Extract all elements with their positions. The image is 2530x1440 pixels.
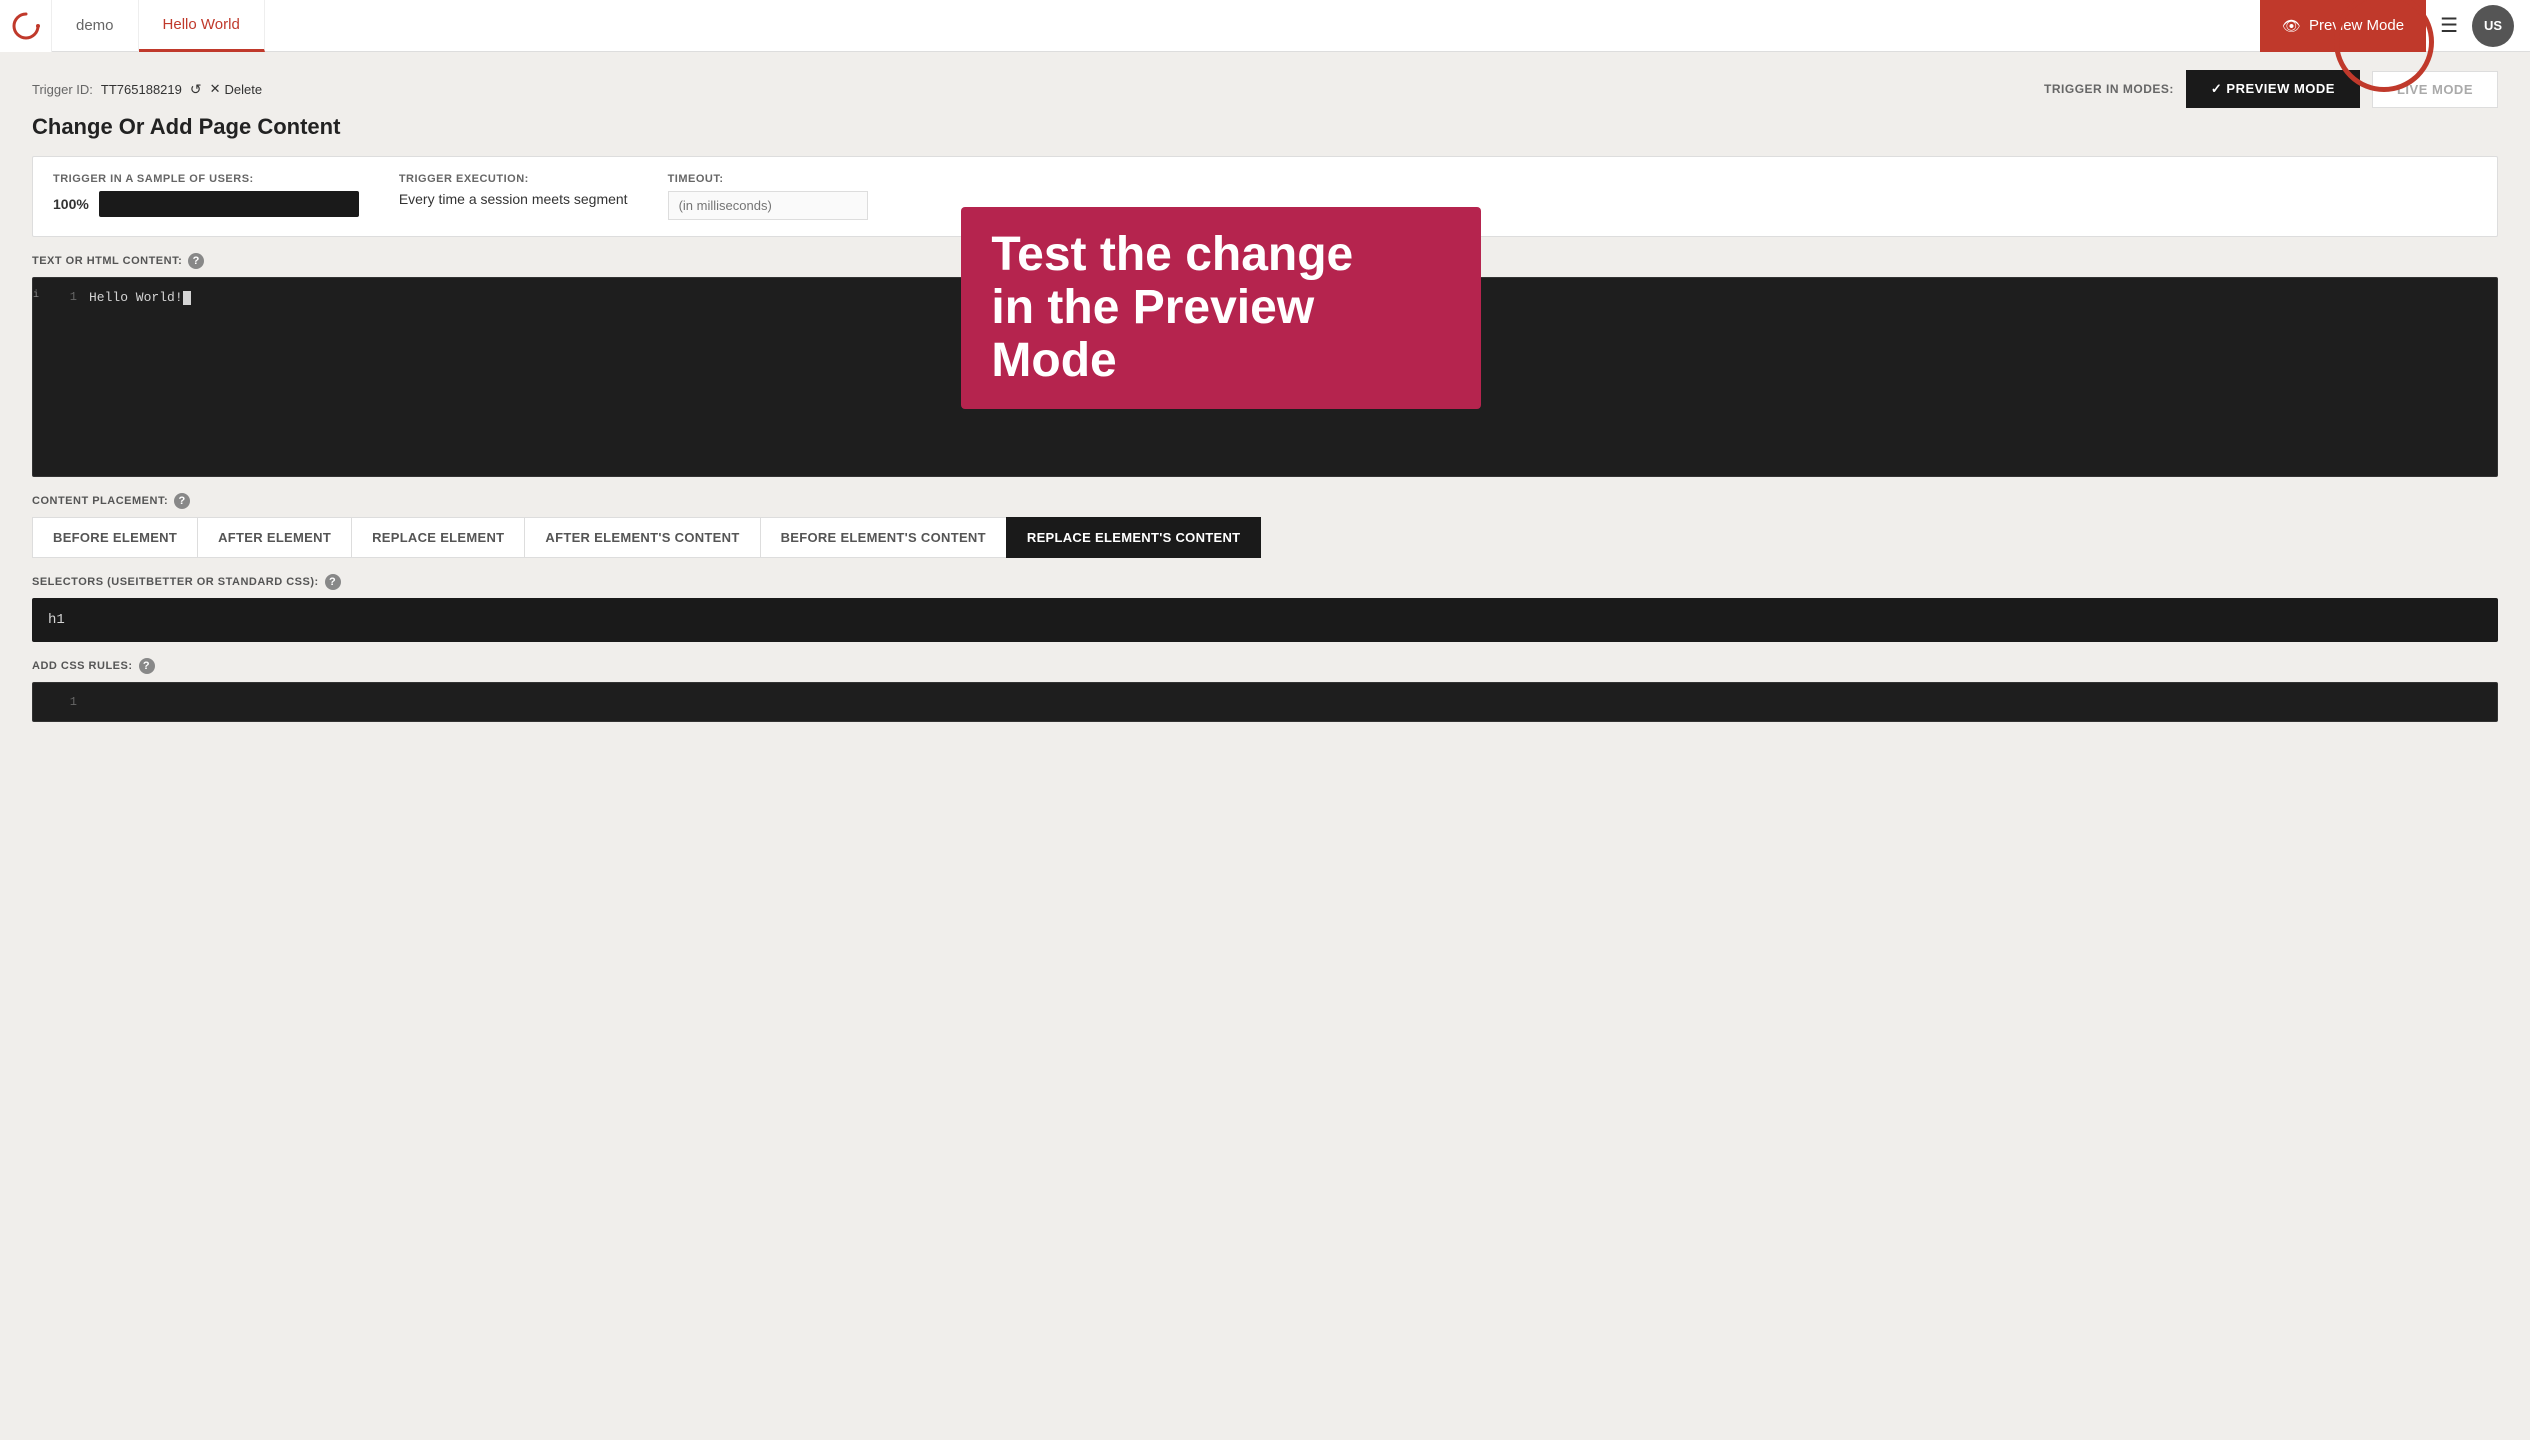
check-icon: ✓ <box>2211 81 2227 96</box>
logo[interactable] <box>0 0 52 52</box>
page-title: Change Or Add Page Content <box>32 114 2498 140</box>
placement-before-content[interactable]: BEFORE ELEMENT'S CONTENT <box>760 517 1007 558</box>
pct-bar <box>99 191 359 217</box>
menu-icon[interactable]: ☰ <box>2426 0 2472 52</box>
trigger-modes-label: TRIGGER IN MODES: <box>2044 82 2174 96</box>
placement-before-element[interactable]: BEFORE ELEMENT <box>32 517 198 558</box>
delete-x-icon: ✕ <box>210 81 221 97</box>
placement-replace-content[interactable]: REPLACE ELEMENT'S CONTENT <box>1006 517 1262 558</box>
sample-field: TRIGGER IN A SAMPLE OF USERS: 100% <box>53 173 359 217</box>
placement-help-icon[interactable]: ? <box>174 493 190 509</box>
execution-field: TRIGGER EXECUTION: Every time a session … <box>399 173 628 207</box>
app-header: demo Hello World 👁 Preview Mode ☰ US <box>0 0 2530 52</box>
preview-mode-toggle[interactable]: ✓ PREVIEW MODE <box>2186 70 2360 108</box>
timeout-label: TIMEOUT: <box>668 173 868 185</box>
live-mode-toggle[interactable]: LIVE MODE <box>2372 71 2498 108</box>
header-actions: 👁 Preview Mode ☰ US <box>2260 0 2530 52</box>
execution-value: Every time a session meets segment <box>399 191 628 207</box>
css-line-number-1: 1 <box>49 695 89 709</box>
eye-icon: 👁 <box>2282 17 2301 35</box>
selector-bar[interactable]: h1 <box>32 598 2498 642</box>
css-help-icon[interactable]: ? <box>139 658 155 674</box>
tab-hello-world[interactable]: Hello World <box>139 0 265 52</box>
tab-demo[interactable]: demo <box>52 0 139 52</box>
trigger-id-value: TT765188219 <box>101 82 182 97</box>
css-line-1: 1 <box>33 695 2497 709</box>
trigger-id-section: Trigger ID: TT765188219 ↺ ✕ Delete <box>32 81 262 98</box>
refresh-icon[interactable]: ↺ <box>190 81 202 98</box>
css-section-label: ADD CSS RULES: ? <box>32 658 2498 674</box>
timeout-input[interactable] <box>668 191 868 220</box>
preview-mode-button[interactable]: 👁 Preview Mode <box>2260 0 2426 52</box>
sample-label: TRIGGER IN A SAMPLE OF USERS: <box>53 173 359 185</box>
percentage-row: 100% <box>53 191 359 217</box>
placement-after-element[interactable]: AFTER ELEMENT <box>197 517 352 558</box>
line-gutter: i <box>33 290 49 301</box>
line-number-1: 1 <box>49 290 89 304</box>
trigger-info-row: Trigger ID: TT765188219 ↺ ✕ Delete TRIGG… <box>32 70 2498 108</box>
trigger-id-label: Trigger ID: <box>32 82 93 97</box>
css-editor[interactable]: 1 <box>32 682 2498 722</box>
tooltip-popup: Test the change in the Preview Mode <box>961 207 1481 409</box>
selectors-help-icon[interactable]: ? <box>325 574 341 590</box>
execution-label: TRIGGER EXECUTION: <box>399 173 628 185</box>
placement-buttons: BEFORE ELEMENT AFTER ELEMENT REPLACE ELE… <box>32 517 2498 558</box>
timeout-field: TIMEOUT: <box>668 173 868 220</box>
trigger-modes-section: TRIGGER IN MODES: ✓ PREVIEW MODE LIVE MO… <box>2044 70 2498 108</box>
delete-button[interactable]: ✕ Delete <box>210 81 262 97</box>
selectors-section-label: SELECTORS (USEITBETTER OR STANDARD CSS):… <box>32 574 2498 590</box>
placement-replace-element[interactable]: REPLACE ELEMENT <box>351 517 525 558</box>
line-content-1: Hello World! <box>89 290 191 305</box>
tooltip-title: Test the change in the Preview Mode <box>991 229 1451 387</box>
placement-section-label: CONTENT PLACEMENT: ? <box>32 493 2498 509</box>
content-help-icon[interactable]: ? <box>188 253 204 269</box>
placement-after-content[interactable]: AFTER ELEMENT'S CONTENT <box>524 517 760 558</box>
pct-value: 100% <box>53 196 89 212</box>
user-avatar[interactable]: US <box>2472 5 2514 47</box>
main-content: Trigger ID: TT765188219 ↺ ✕ Delete TRIGG… <box>0 52 2530 740</box>
cursor <box>183 291 191 305</box>
